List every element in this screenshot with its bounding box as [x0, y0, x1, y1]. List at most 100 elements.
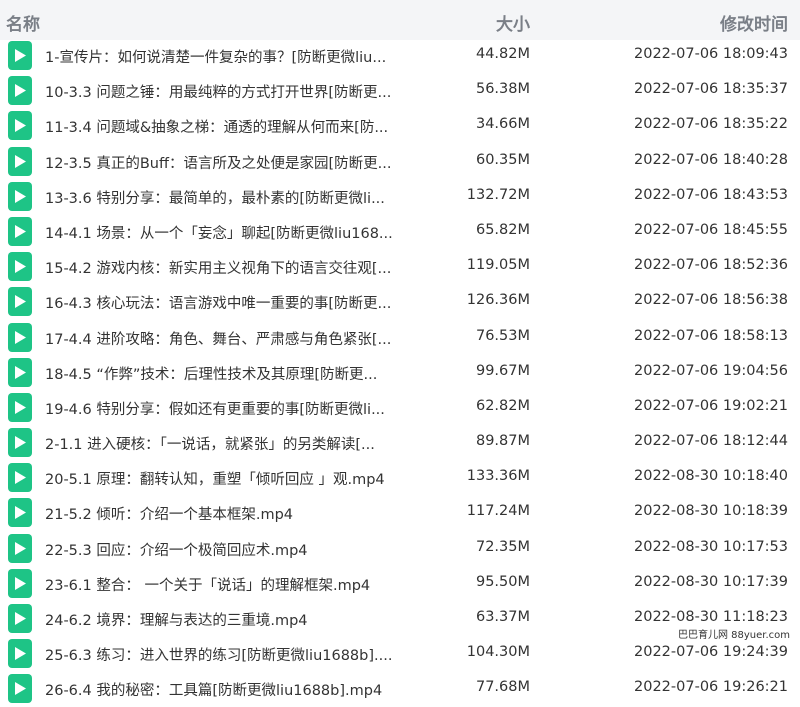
video-file-icon — [8, 216, 32, 246]
file-size: 60.35M — [475, 151, 530, 168]
file-size: 34.66M — [475, 116, 530, 133]
file-modified-time: 2022-08-30 10:18:40 — [634, 468, 788, 485]
column-header-modified-time[interactable]: 修改时间 — [720, 10, 788, 35]
file-row[interactable]: 13-3.6 特别分享：最简单的，最朴素的[防断更微li... 132.72M 20… — [0, 179, 800, 214]
file-modified-time: 2022-07-06 19:24:39 — [634, 644, 788, 661]
column-header-size[interactable]: 大小 — [496, 10, 530, 35]
file-modified-time: 2022-07-06 19:02:21 — [634, 397, 788, 414]
file-size: 76.53M — [475, 327, 530, 344]
file-name[interactable]: 15-4.2 游戏内核：新实用主义视角下的语言交往观[... — [45, 257, 391, 278]
file-name[interactable]: 12-3.5 真正的Buff：语言所及之处便是家园[防断更... — [45, 152, 391, 173]
file-name[interactable]: 21-5.2 倾听：介绍一个基本框架.mp4 — [45, 503, 293, 524]
video-file-icon — [8, 357, 32, 387]
file-row[interactable]: 17-4.4 进阶攻略：角色、舞台、严肃感与角色紧张[... 76.53M 2022… — [0, 320, 800, 355]
file-size: 65.82M — [475, 221, 530, 238]
file-name[interactable]: 10-3.3 问题之锤：用最纯粹的方式打开世界[防断更... — [45, 81, 391, 102]
file-row[interactable]: 2-1.1 进入硬核：「一说话，就紧张」的另类解读[... 89.87M 2022-… — [0, 425, 800, 460]
file-name[interactable]: 13-3.6 特别分享：最简单的，最朴素的[防断更微li... — [45, 187, 385, 208]
file-name[interactable]: 11-3.4 问题域&抽象之梯：通透的理解从何而来[防... — [45, 116, 388, 137]
file-modified-time: 2022-08-30 11:18:23 — [634, 609, 788, 625]
file-row[interactable]: 18-4.5 “作弊”技术：后理性技术及其原理[防断更... 99.67M 2022… — [0, 355, 800, 390]
file-name[interactable]: 24-6.2 境界：理解与表达的三重境.mp4 — [45, 609, 308, 630]
file-size: 89.87M — [475, 433, 530, 450]
file-name[interactable]: 20-5.1 原理：翻转认知，重塑「倾听回应 」观.mp4 — [45, 468, 385, 489]
file-row[interactable]: 12-3.5 真正的Buff：语言所及之处便是家园[防断更... 60.35M 20… — [0, 144, 800, 179]
file-row[interactable]: 26-6.4 我的秘密：工具篇[防断更微liu1688b].mp4 77.68M 2… — [0, 671, 800, 706]
video-file-icon — [8, 533, 32, 563]
video-file-icon — [8, 604, 32, 633]
file-modified-time: 2022-07-06 18:43:53 — [634, 186, 788, 203]
file-row[interactable]: 15-4.2 游戏内核：新实用主义视角下的语言交往观[... 119.05M 202… — [0, 249, 800, 284]
video-file-icon — [8, 639, 32, 669]
file-list-header: 名称 大小 修改时间 — [0, 0, 800, 40]
file-modified-time: 2022-07-06 18:09:43 — [634, 46, 788, 62]
file-row[interactable]: 21-5.2 倾听：介绍一个基本框架.mp4 117.24M 2022-08-30 … — [0, 495, 800, 530]
file-name[interactable]: 19-4.6 特别分享：假如还有更重要的事[防断更微li... — [45, 398, 385, 419]
file-modified-time: 2022-08-30 10:18:39 — [634, 503, 788, 520]
file-modified-time: 2022-08-30 10:17:39 — [634, 573, 788, 590]
video-file-icon — [8, 181, 32, 211]
file-name[interactable]: 22-5.3 回应：介绍一个极简回应术.mp4 — [45, 539, 308, 560]
file-row[interactable]: 16-4.3 核心玩法：语言游戏中唯一重要的事[防断更... 126.36M 202… — [0, 284, 800, 319]
file-modified-time: 2022-07-06 19:26:21 — [634, 679, 788, 696]
file-modified-time: 2022-07-06 18:56:38 — [634, 292, 788, 309]
file-size: 44.82M — [475, 46, 530, 62]
video-file-icon — [8, 392, 32, 422]
file-name[interactable]: 25-6.3 练习：进入世界的练习[防断更微liu1688b].... — [45, 644, 392, 665]
file-size: 104.30M — [466, 644, 530, 661]
file-name[interactable]: 14-4.1 场景：从一个「妄念」聊起[防断更微liu168... — [45, 222, 393, 243]
file-size: 95.50M — [475, 573, 530, 590]
file-size: 117.24M — [466, 503, 530, 520]
file-size: 72.35M — [475, 538, 530, 555]
file-row[interactable]: 19-4.6 特别分享：假如还有更重要的事[防断更微li... 62.82M 202… — [0, 390, 800, 425]
file-size: 99.67M — [475, 362, 530, 379]
file-row[interactable]: 14-4.1 场景：从一个「妄念」聊起[防断更微liu168... 65.82M 2… — [0, 214, 800, 249]
video-file-icon — [8, 76, 32, 106]
video-file-icon — [8, 252, 32, 282]
file-size: 56.38M — [475, 81, 530, 98]
file-modified-time: 2022-07-06 18:52:36 — [634, 257, 788, 274]
file-name[interactable]: 16-4.3 核心玩法：语言游戏中唯一重要的事[防断更... — [45, 292, 391, 313]
file-row[interactable]: 20-5.1 原理：翻转认知，重塑「倾听回应 」观.mp4 133.36M 2022… — [0, 460, 800, 495]
file-modified-time: 2022-07-06 18:12:44 — [634, 433, 788, 450]
file-modified-time: 2022-07-06 19:04:56 — [634, 362, 788, 379]
file-name[interactable]: 23-6.1 整合： 一个关于「说话」的理解框架.mp4 — [45, 574, 370, 595]
video-file-icon — [8, 111, 32, 141]
file-size: 119.05M — [466, 257, 530, 274]
file-size: 77.68M — [475, 679, 530, 696]
file-name[interactable]: 26-6.4 我的秘密：工具篇[防断更微liu1688b].mp4 — [45, 679, 382, 700]
video-file-icon — [8, 287, 32, 317]
video-file-icon — [8, 41, 32, 70]
file-modified-time: 2022-07-06 18:45:55 — [634, 221, 788, 238]
file-size: 132.72M — [466, 186, 530, 203]
video-file-icon — [8, 674, 32, 704]
file-modified-time: 2022-07-06 18:40:28 — [634, 151, 788, 168]
watermark: 巴巴育儿网 88yuer.com — [677, 626, 790, 641]
file-name[interactable]: 17-4.4 进阶攻略：角色、舞台、严肃感与角色紧张[... — [45, 328, 391, 349]
file-row[interactable]: 22-5.3 回应：介绍一个极简回应术.mp4 72.35M 2022-08-30 … — [0, 531, 800, 566]
file-name[interactable]: 2-1.1 进入硬核：「一说话，就紧张」的另类解读[... — [45, 433, 375, 454]
video-file-icon — [8, 498, 32, 528]
file-size: 126.36M — [466, 292, 530, 309]
file-modified-time: 2022-07-06 18:35:37 — [634, 81, 788, 98]
file-size: 133.36M — [466, 468, 530, 485]
file-size: 62.82M — [475, 397, 530, 414]
video-file-icon — [8, 568, 32, 598]
column-header-name[interactable]: 名称 — [6, 10, 40, 35]
file-modified-time: 2022-07-06 18:58:13 — [634, 327, 788, 344]
video-file-icon — [8, 428, 32, 458]
file-row[interactable]: 1-宣传片：如何说清楚一件复杂的事？[防断更微liu... 44.82M 2022-… — [0, 38, 800, 73]
video-file-icon — [8, 463, 32, 493]
file-modified-time: 2022-08-30 10:17:53 — [634, 538, 788, 555]
file-size: 63.37M — [475, 609, 530, 625]
file-row[interactable]: 25-6.3 练习：进入世界的练习[防断更微liu1688b].... 104.3… — [0, 636, 800, 671]
file-name[interactable]: 1-宣传片：如何说清楚一件复杂的事？[防断更微liu... — [45, 46, 386, 67]
file-list: 1-宣传片：如何说清楚一件复杂的事？[防断更微liu... 44.82M 2022-… — [0, 38, 800, 707]
file-modified-time: 2022-07-06 18:35:22 — [634, 116, 788, 133]
file-name[interactable]: 18-4.5 “作弊”技术：后理性技术及其原理[防断更... — [45, 363, 377, 384]
file-row[interactable]: 23-6.1 整合： 一个关于「说话」的理解框架.mp4 95.50M 2022-0… — [0, 566, 800, 601]
video-file-icon — [8, 146, 32, 176]
video-file-icon — [8, 322, 32, 352]
file-row[interactable]: 11-3.4 问题域&抽象之梯：通透的理解从何而来[防... 34.66M 2022… — [0, 108, 800, 143]
file-row[interactable]: 10-3.3 问题之锤：用最纯粹的方式打开世界[防断更... 56.38M 2022… — [0, 73, 800, 108]
